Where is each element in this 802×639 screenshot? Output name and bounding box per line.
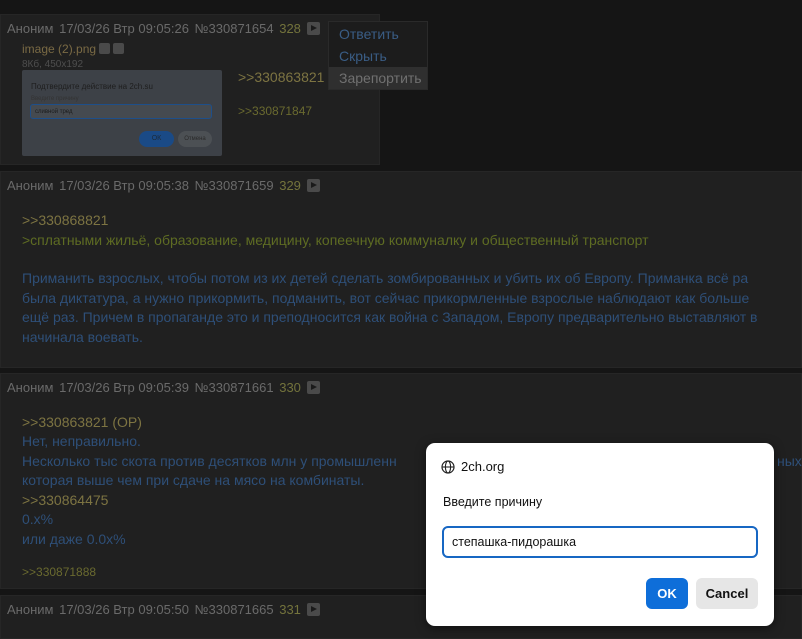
thumb-ok-button: ОК xyxy=(139,131,174,147)
post-header: Аноним 17/03/26 Втр 09:05:39 №330871661 … xyxy=(7,380,322,395)
menu-item-hide[interactable]: Скрыть xyxy=(339,48,387,64)
thumb-label: Введите причину xyxy=(31,96,79,102)
reply-link[interactable]: >>330871847 xyxy=(238,104,312,118)
quote-link[interactable]: >>330868821 xyxy=(22,212,108,228)
post-number[interactable]: №330871659 xyxy=(195,178,274,193)
post-line: начинала воевать. xyxy=(22,329,143,345)
post-count: 330 xyxy=(279,380,301,395)
dialog-origin: 2ch.org xyxy=(441,459,504,474)
post-count: 329 xyxy=(279,178,301,193)
reason-input[interactable] xyxy=(442,526,758,558)
post-count: 331 xyxy=(279,602,301,617)
quote-link[interactable]: >>330864475 xyxy=(22,492,108,508)
post-number[interactable]: №330871654 xyxy=(195,21,274,36)
search-image-icon[interactable] xyxy=(99,43,111,54)
post-datetime: 17/03/26 Втр 09:05:26 xyxy=(59,21,189,36)
post-author: Аноним xyxy=(7,21,54,36)
post-header: Аноним 17/03/26 Втр 09:05:50 №330871665 … xyxy=(7,602,322,617)
image-thumbnail[interactable]: Подтвердите действие на 2ch.su Введите п… xyxy=(22,70,222,156)
post-datetime: 17/03/26 Втр 09:05:39 xyxy=(59,380,189,395)
post-line-tail: ных xyxy=(777,453,802,469)
reply-link[interactable]: >>330871888 xyxy=(22,565,96,579)
cancel-button[interactable]: Cancel xyxy=(696,578,758,609)
file-meta: 8Кб, 450x192 xyxy=(22,59,84,70)
post-line: или даже 0.0x% xyxy=(22,531,126,547)
globe-icon xyxy=(441,459,455,474)
file-name[interactable]: image (2).png xyxy=(22,42,125,56)
download-icon[interactable] xyxy=(113,43,125,54)
dialog-label: Введите причину xyxy=(443,495,543,509)
post-line: Несколько тыс скота против десятков млн … xyxy=(22,453,397,469)
post-menu-arrow-icon[interactable] xyxy=(306,22,320,35)
post-line: которая выше чем при сдаче на мясо на ко… xyxy=(22,472,365,488)
post-author: Аноним xyxy=(7,178,54,193)
menu-item-report[interactable]: Зарепортить xyxy=(329,67,427,89)
ok-button[interactable]: OK xyxy=(646,578,688,609)
thumb-cancel-button: Отмена xyxy=(178,131,212,147)
post-line: была диктатура, а нужно прикормить, подм… xyxy=(22,290,750,306)
menu-item-reply[interactable]: Ответить xyxy=(339,26,399,42)
post-author: Аноним xyxy=(7,602,54,617)
post-line: ещё раз. Причем в пропаганде это и препо… xyxy=(22,309,758,325)
post-330871659: Аноним 17/03/26 Втр 09:05:38 №330871659 … xyxy=(0,171,802,368)
post-context-menu: Ответить Скрыть Зарепортить xyxy=(328,21,428,90)
thumb-input: сливной тред xyxy=(30,104,212,119)
post-menu-arrow-icon[interactable] xyxy=(306,603,320,616)
post-menu-arrow-icon[interactable] xyxy=(306,381,320,394)
post-datetime: 17/03/26 Втр 09:05:50 xyxy=(59,602,189,617)
post-author: Аноним xyxy=(7,380,54,395)
quote-link-op[interactable]: >>330863821 (OP) xyxy=(22,414,142,430)
quote-link[interactable]: >>330863821 xyxy=(238,69,324,85)
post-number[interactable]: №330871661 xyxy=(195,380,274,395)
greentext-line: >сплатными жильё, образование, медицину,… xyxy=(22,232,649,248)
dialog-origin-text: 2ch.org xyxy=(461,459,505,474)
post-number[interactable]: №330871665 xyxy=(195,602,274,617)
post-line: 0.x% xyxy=(22,511,54,527)
thumb-title: Подтвердите действие на 2ch.su xyxy=(31,82,153,91)
post-header: Аноним 17/03/26 Втр 09:05:26 №330871654 … xyxy=(7,21,322,36)
post-line: Нет, неправильно. xyxy=(22,433,141,449)
report-prompt-dialog: 2ch.org Введите причину OK Cancel xyxy=(426,443,774,626)
post-datetime: 17/03/26 Втр 09:05:38 xyxy=(59,178,189,193)
post-header: Аноним 17/03/26 Втр 09:05:38 №330871659 … xyxy=(7,178,322,193)
post-line: Приманить взрослых, чтобы потом из их де… xyxy=(22,270,749,286)
post-menu-arrow-icon[interactable] xyxy=(306,179,320,192)
post-count: 328 xyxy=(279,21,301,36)
